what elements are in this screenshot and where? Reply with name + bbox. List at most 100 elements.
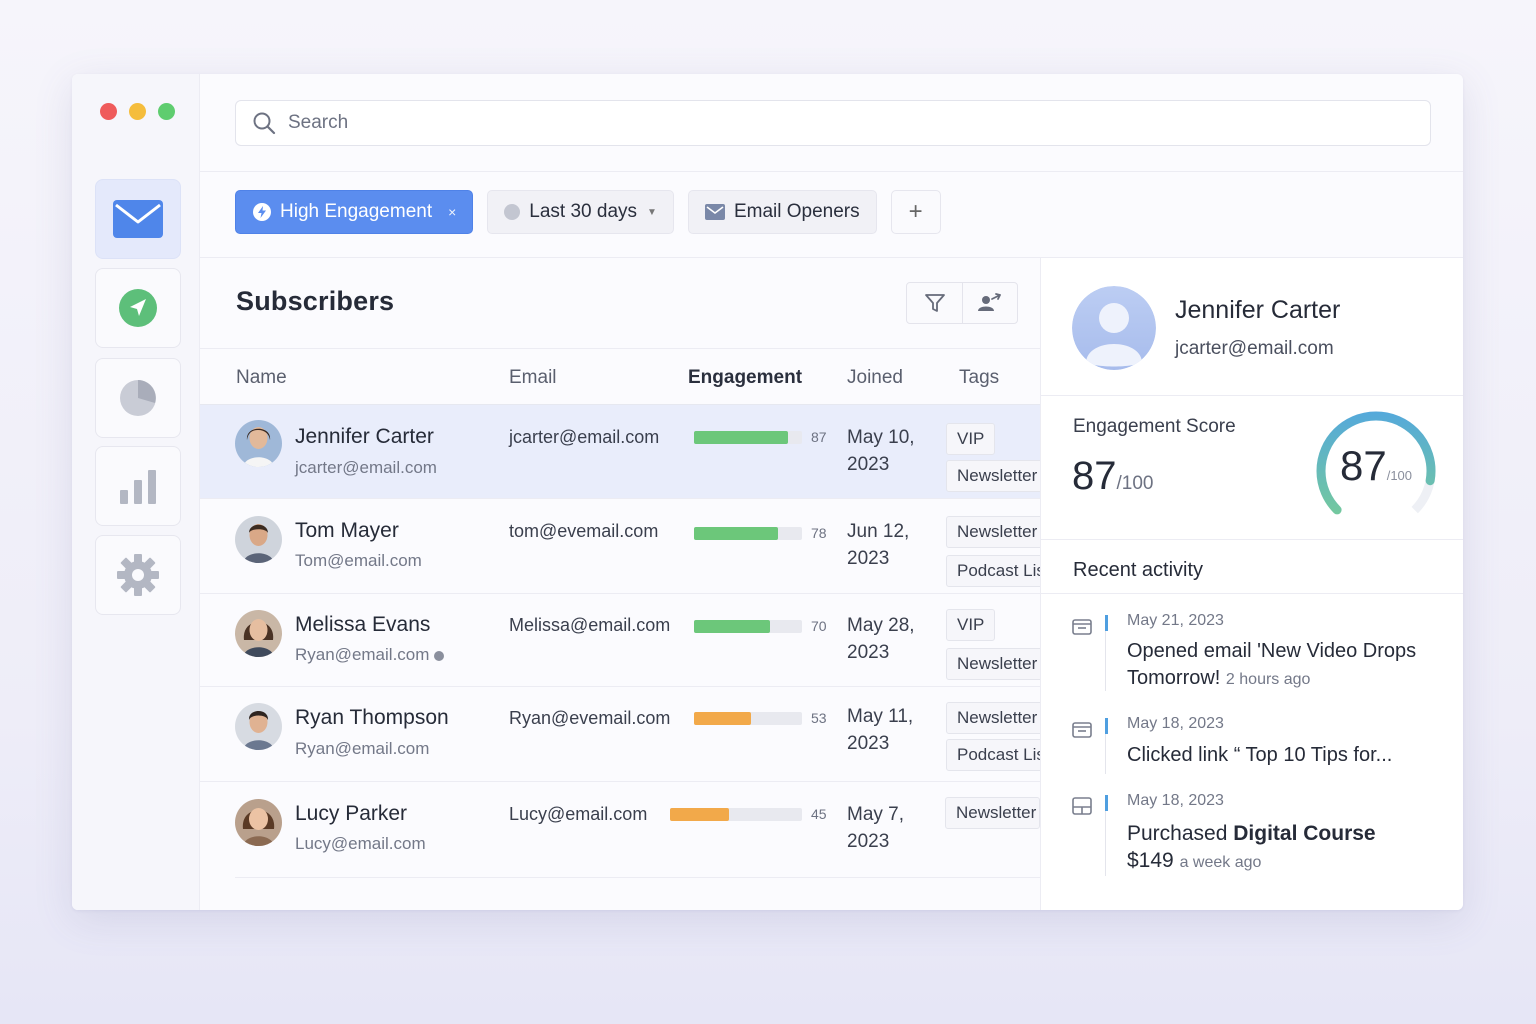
table-row[interactable]: Jennifer Carter jcarter@email.com jcarte… xyxy=(200,405,1046,499)
score-number: 87 xyxy=(1072,454,1117,498)
nav-analytics[interactable] xyxy=(95,446,181,526)
filter-chip-high-engagement[interactable]: High Engagement × xyxy=(235,190,474,234)
nav-email[interactable] xyxy=(95,179,181,259)
joined-date: May 7, 2023 xyxy=(847,801,904,855)
activity-text[interactable]: Opened email 'New Video Drops Tomorrow! … xyxy=(1127,638,1447,693)
table-row[interactable]: Ryan Thompson Ryan@email.com Ryan@evemai… xyxy=(200,687,1046,782)
activity-date: May 21, 2023 xyxy=(1127,612,1224,629)
subscriber-name: Jennifer Carter xyxy=(295,425,434,448)
nav-settings[interactable] xyxy=(95,535,181,615)
subscriber-email: jcarter@email.com xyxy=(509,427,660,447)
remove-filter-button[interactable]: × xyxy=(448,204,456,220)
tag-badge[interactable]: Podcast Listener xyxy=(946,555,1046,587)
joined-date-line: Jun 12, xyxy=(847,521,910,542)
date-range-dropdown[interactable]: Last 30 days ▼ xyxy=(487,190,674,234)
activity-date: May 18, 2023 xyxy=(1127,792,1224,809)
activity-product: Digital Course xyxy=(1233,822,1376,845)
subscriber-name: Lucy Parker xyxy=(295,802,408,825)
tag-badge[interactable]: VIP xyxy=(946,423,996,455)
gauge-value: 87/100 xyxy=(1313,442,1439,490)
avatar xyxy=(235,420,282,467)
filter-chip-email-openers[interactable]: Email Openers xyxy=(687,190,877,234)
close-window-button[interactable] xyxy=(100,103,117,120)
activity-date: May 18, 2023 xyxy=(1127,715,1224,732)
filter-chip-label: Email Openers xyxy=(733,201,860,222)
engagement-bar xyxy=(694,712,802,725)
engagement-score: 87 xyxy=(811,429,827,445)
nav-campaigns[interactable] xyxy=(95,268,181,348)
subscriber-email: Ryan@evemail.com xyxy=(509,708,671,728)
engagement-score: 78 xyxy=(811,525,827,541)
column-header-tags[interactable]: Tags xyxy=(959,367,999,389)
activity-time: 2 hours ago xyxy=(1225,671,1311,688)
tag-badge[interactable]: VIP xyxy=(946,609,996,641)
engagement-score-value: 87/100 xyxy=(1072,454,1153,499)
table-row[interactable]: Melissa Evans Ryan@email.com Melissa@ema… xyxy=(200,594,1046,687)
divider xyxy=(1041,593,1463,594)
activity-marker xyxy=(1105,718,1108,734)
joined-date-line: 2023 xyxy=(847,454,890,475)
tag-badge[interactable]: Newsletter xyxy=(945,797,1040,829)
column-header-name[interactable]: Name xyxy=(236,367,287,389)
table-row[interactable]: Tom Mayer Tom@email.com tom@evemail.com … xyxy=(200,499,1046,594)
subscriber-email: Lucy@email.com xyxy=(509,804,648,824)
minimize-window-button[interactable] xyxy=(129,103,146,120)
recent-activity-label: Recent activity xyxy=(1073,559,1204,581)
user-export-icon xyxy=(978,293,1001,311)
add-filter-button[interactable]: + xyxy=(890,190,941,234)
search-input[interactable] xyxy=(288,112,1188,134)
tag-badge[interactable]: Podcast Listener xyxy=(946,739,1046,771)
tag-badge[interactable]: Newsletter xyxy=(946,702,1046,734)
column-header-email[interactable]: Email xyxy=(509,367,557,389)
score-max: /100 xyxy=(1116,473,1154,494)
tag-badge[interactable]: Newsletter xyxy=(946,516,1046,548)
activity-description: Purchased xyxy=(1127,822,1228,845)
joined-date-line: May 7, xyxy=(847,804,905,825)
column-header-joined[interactable]: Joined xyxy=(847,367,903,389)
engagement-bar-fill xyxy=(694,527,779,540)
engagement-bar-fill xyxy=(694,620,770,633)
column-header-engagement[interactable]: Engagement xyxy=(688,367,802,389)
activity-text[interactable]: Purchased Digital Course $149 a week ago xyxy=(1127,820,1447,876)
filter-button[interactable] xyxy=(907,283,962,323)
engagement-bar-fill xyxy=(670,808,730,821)
send-icon xyxy=(119,289,157,327)
engagement-score: 70 xyxy=(811,618,827,634)
table-row[interactable]: Lucy Parker Lucy@email.com Lucy@email.co… xyxy=(235,782,1040,878)
joined-date-line: 2023 xyxy=(847,642,890,663)
email-activity-icon xyxy=(1072,619,1092,635)
engagement-bar xyxy=(694,431,802,444)
joined-date: May 28, 2023 xyxy=(847,612,915,666)
tag-badge[interactable]: Newsletter xyxy=(946,648,1046,680)
subscriber-sub-email-text: Ryan@email.com xyxy=(295,645,430,664)
engagement-bar-fill xyxy=(694,712,752,725)
profile-avatar xyxy=(1072,286,1156,370)
badge-icon xyxy=(253,203,271,221)
mail-icon xyxy=(113,200,163,238)
activity-text[interactable]: Clicked link “ Top 10 Tips for... xyxy=(1127,742,1447,769)
activity-line xyxy=(1105,811,1106,876)
funnel-icon xyxy=(924,294,945,312)
engagement-score: 53 xyxy=(811,710,827,726)
joined-date-line: May 10, xyxy=(847,427,915,448)
tag-badge[interactable]: Newsletter xyxy=(946,460,1046,492)
subscriber-email: tom@evemail.com xyxy=(509,521,659,541)
chevron-down-icon: ▼ xyxy=(647,206,657,218)
maximize-window-button[interactable] xyxy=(158,103,175,120)
avatar xyxy=(235,516,282,563)
activity-line xyxy=(1105,734,1106,774)
nav-reports[interactable] xyxy=(95,358,181,438)
engagement-bar xyxy=(694,527,802,540)
joined-date: Jun 12, 2023 xyxy=(847,518,909,572)
export-button[interactable] xyxy=(962,283,1017,323)
joined-date-line: 2023 xyxy=(847,733,890,754)
subscriber-name: Ryan Thompson xyxy=(295,706,449,729)
engagement-bar xyxy=(670,808,802,821)
divider xyxy=(1041,539,1463,540)
subscriber-name: Tom Mayer xyxy=(295,519,399,542)
table-header: Name Email Engagement Joined Tags xyxy=(200,348,1040,405)
divider xyxy=(200,171,1463,172)
subscriber-detail-panel: Jennifer Carter jcarter@email.com Engage… xyxy=(1040,258,1463,910)
subscriber-sub-email: Ryan@email.com xyxy=(295,739,430,758)
joined-date-line: May 11, xyxy=(847,706,914,727)
